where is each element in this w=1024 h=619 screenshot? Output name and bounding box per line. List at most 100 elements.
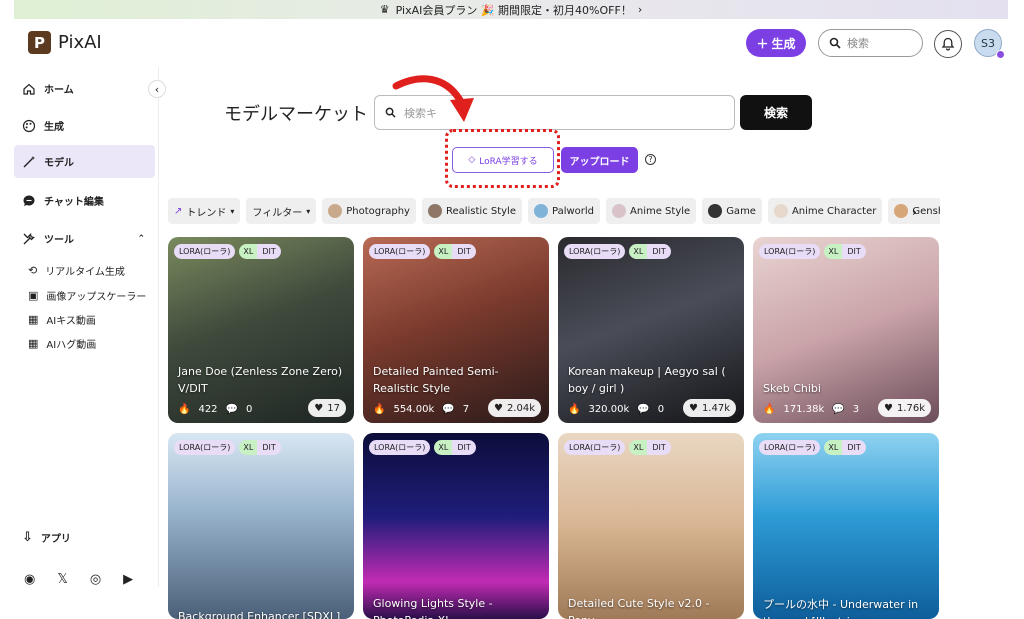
x-icon[interactable]: 𝕏 — [57, 572, 67, 587]
category-chip-realistic[interactable]: Realistic Style — [421, 198, 522, 224]
avatar-badge-icon — [996, 50, 1005, 59]
dit-tag: DIT — [647, 440, 671, 455]
notification-bell-icon[interactable] — [934, 30, 962, 58]
lora-training-button[interactable]: ◇ LoRA学習する — [452, 147, 554, 173]
model-card[interactable]: LORA(ローラ) XL DIT Detailed Cute Style v2.0 … — [558, 433, 744, 619]
tool-item-kiss-video[interactable]: ▦ AIキス動画 — [28, 312, 96, 327]
plus-icon: ＋ — [756, 36, 769, 51]
card-title: Skeb Chibi — [763, 382, 821, 395]
sidebar-item-home[interactable]: ホーム — [14, 72, 155, 105]
upload-button[interactable]: アップロード — [561, 147, 638, 173]
fire-icon: 🔥 — [763, 404, 776, 415]
category-chip-photography[interactable]: Photography — [322, 198, 416, 224]
card-tags: LORA(ローラ) XL DIT — [564, 440, 671, 455]
tool-item-realtime[interactable]: ⟲ リアルタイム生成 — [28, 263, 125, 278]
tool-item-label: リアルタイム生成 — [45, 267, 125, 278]
header-search-input[interactable]: 検索 — [818, 29, 923, 57]
filter-dropdown[interactable]: フィルター ▾ — [246, 198, 317, 224]
chevron-down-icon: ▾ — [230, 206, 235, 216]
category-thumbnail — [708, 204, 723, 218]
tool-item-upscaler[interactable]: ▣ 画像アップスケーラー — [28, 288, 146, 303]
comment-icon: 💬 — [225, 404, 238, 415]
diamond-icon: ◇ — [468, 155, 476, 165]
dit-tag: DIT — [647, 244, 671, 259]
instagram-icon[interactable]: ◎ — [90, 572, 101, 587]
dit-tag: DIT — [257, 244, 281, 259]
lora-tag: LORA(ローラ) — [564, 244, 626, 259]
wand-icon — [23, 155, 35, 167]
sidebar-item-label: ツール — [44, 235, 74, 246]
generate-button-label: 生成 — [771, 36, 796, 51]
card-title: Jane Doe (Zenless Zone Zero) V/DIT — [178, 365, 343, 395]
tool-item-label: AIハグ動画 — [46, 340, 97, 351]
card-tags: LORA(ローラ) XL DIT — [369, 440, 476, 455]
lora-tag: LORA(ローラ) — [564, 440, 626, 455]
model-card[interactable]: LORA(ローラ) XL DIT Detailed Painted Semi-Rea… — [363, 237, 549, 423]
xl-tag: XL — [629, 244, 648, 259]
lora-tag: LORA(ローラ) — [759, 440, 821, 455]
search-button[interactable]: 検索 — [740, 95, 812, 130]
collapse-sidebar-button[interactable]: ‹ — [148, 80, 166, 98]
like-button[interactable]: ♥ 1.47k — [682, 399, 736, 417]
sidebar-item-label: モデル — [44, 158, 74, 169]
xl-tag: XL — [239, 244, 258, 259]
lora-tag: LORA(ローラ) — [174, 244, 236, 259]
xl-tag: XL — [824, 440, 843, 455]
card-tags: LORA(ローラ) XL DIT — [174, 244, 281, 259]
sidebar-item-label: 生成 — [44, 122, 64, 133]
video-icon: ▦ — [28, 313, 39, 326]
page-title: モデルマーケット — [224, 104, 368, 125]
chip-label: Realistic Style — [445, 205, 516, 217]
chip-label: Anime Character — [791, 205, 877, 217]
sidebar-item-generate[interactable]: 生成 — [14, 109, 155, 142]
fire-icon: 🔥 — [568, 404, 581, 415]
lora-training-button-label: LoRA学習する — [479, 156, 538, 167]
category-thumbnail — [328, 204, 343, 218]
card-stats: 🔥 554.00k 💬 7 — [373, 404, 469, 415]
lora-tag: LORA(ローラ) — [174, 440, 236, 455]
model-card[interactable]: LORA(ローラ)XLDIT Glowing Lights Style - Ph… — [363, 433, 549, 619]
model-card[interactable]: LORA(ローラ) XL DIT Skeb Chibi 🔥 171.38k 💬 3 ♥ 1.… — [753, 237, 939, 423]
help-icon[interactable]: ? — [645, 154, 656, 165]
sidebar-item-model[interactable]: モデル — [14, 145, 155, 178]
like-button[interactable]: ♥ 17 — [308, 399, 346, 417]
tool-item-hug-video[interactable]: ▦ AIハグ動画 — [28, 336, 96, 351]
sidebar-item-app[interactable]: ⇩ アプリ — [14, 530, 71, 545]
chip-label: Palworld — [552, 205, 595, 217]
card-tags: LORA(ローラ) XL DIT — [759, 440, 866, 455]
discord-icon[interactable]: ◉ — [24, 572, 35, 587]
card-title: Detailed Cute Style v2.0 - Pony — [568, 597, 710, 619]
video-icon: ▦ — [28, 337, 39, 350]
category-chip-anime-style[interactable]: Anime Style — [606, 198, 697, 224]
category-chip-palworld[interactable]: Palworld — [528, 198, 601, 224]
use-count: 320.00k — [588, 404, 630, 415]
scroll-right-icon[interactable]: › — [912, 205, 917, 219]
trend-sort-dropdown[interactable]: ↗ トレンド ▾ — [168, 198, 241, 224]
sidebar-item-tools[interactable]: ツール ⌃ — [14, 222, 155, 255]
comment-icon: 💬 — [637, 404, 650, 415]
model-card[interactable]: LORA(ローラ) XL DIT Jane Doe (Zenless Zone Ze… — [168, 237, 354, 423]
pixai-logo-icon[interactable]: P — [28, 31, 51, 54]
generate-button[interactable]: ＋ 生成 — [746, 29, 806, 57]
use-count: 554.00k — [393, 404, 435, 415]
model-card[interactable]: LORA(ローラ) XL DIT Background Enhancer [SDXL… — [168, 433, 354, 619]
lora-tag: LORA(ローラ) — [759, 244, 821, 259]
comment-count: 0 — [657, 404, 665, 415]
card-title: プールの水中 - Underwater in the pool [Illustr… — [763, 598, 919, 619]
fire-icon: 🔥 — [373, 404, 386, 415]
model-card[interactable]: LORA(ローラ) XL DIT Korean makeup | Aegyo sal… — [558, 237, 744, 423]
xl-tag: XL — [434, 440, 453, 455]
like-button[interactable]: ♥ 1.76k — [877, 399, 931, 417]
sidebar-item-label: ホーム — [44, 85, 74, 96]
like-button[interactable]: ♥ 2.04k — [487, 399, 541, 417]
xl-tag: XL — [824, 244, 843, 259]
model-card[interactable]: LORA(ローラ)XLDIT プールの水中 - Underwater in th… — [753, 433, 939, 619]
category-chip-game[interactable]: Game — [702, 198, 762, 224]
promo-banner[interactable]: ♛ PixAI会員プラン 🎉 期間限定・初月40%OFF！ › — [14, 0, 1008, 19]
category-chip-anime-character[interactable]: Anime Character — [767, 198, 883, 224]
youtube-icon[interactable]: ▶ — [123, 572, 133, 587]
like-count: 17 — [327, 402, 340, 414]
trend-icon: ↗ — [174, 205, 183, 217]
sidebar-item-chat-edit[interactable]: チャット編集 — [14, 184, 155, 217]
logo-text[interactable]: PixAI — [58, 32, 102, 53]
